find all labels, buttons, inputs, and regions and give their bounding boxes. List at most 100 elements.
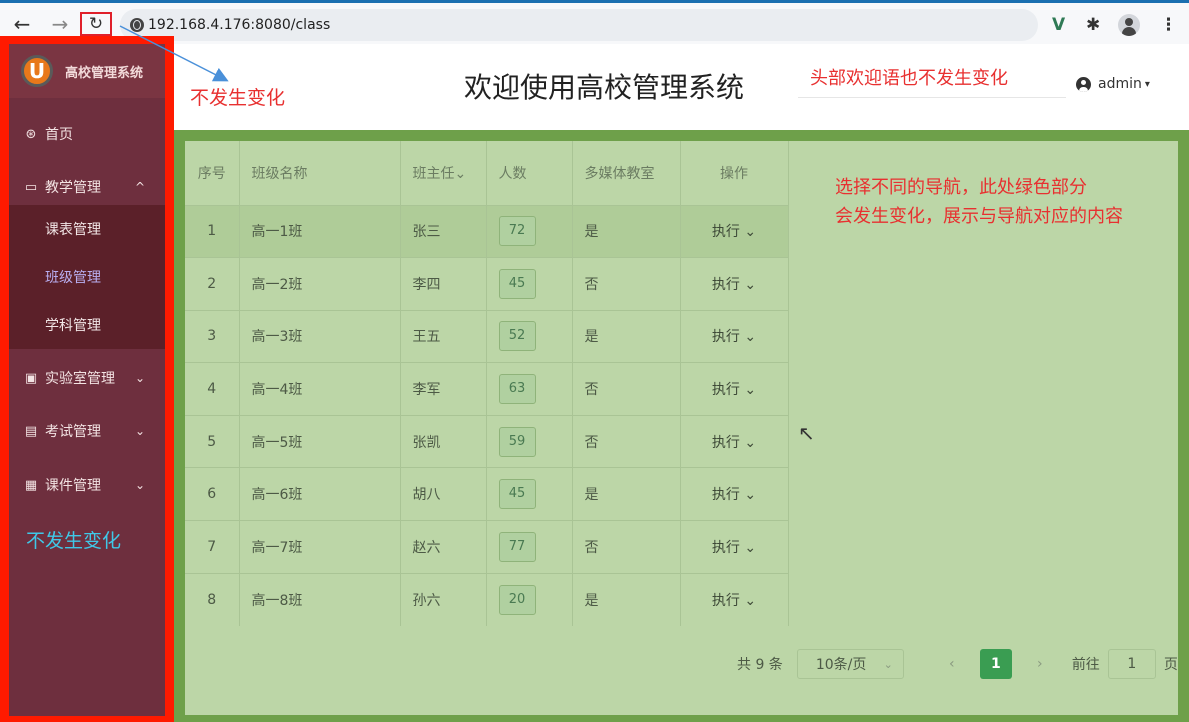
goto-label: 前往 xyxy=(1071,657,1100,673)
back-icon[interactable]: ← xyxy=(9,11,35,37)
action-dropdown[interactable]: 执行 ⌄ xyxy=(712,487,756,503)
action-dropdown[interactable]: 执行 ⌄ xyxy=(712,329,756,345)
mouse-cursor-icon: ↖ xyxy=(798,421,815,445)
count-tag: 72 xyxy=(498,216,536,247)
cell-class-name: 高一4班 xyxy=(239,362,401,416)
cell-no: 1 xyxy=(185,204,240,258)
sidebar-subitem-label: 班级管理 xyxy=(45,270,101,286)
sidebar-item-exam[interactable]: ▤ 考试管理 ⌄ xyxy=(9,405,165,457)
cell-media: 是 xyxy=(572,467,681,521)
logo-area: U 高校管理系统 xyxy=(9,44,165,98)
cell-count: 59 xyxy=(486,414,573,468)
pagination-total: 共 9 条 xyxy=(737,657,783,673)
sidebar-item-label: 实验室管理 xyxy=(45,371,115,387)
document-icon: ▦ xyxy=(24,477,38,493)
page-size-select[interactable]: 10条/页 ⌄ xyxy=(796,649,904,679)
monitor-icon: ▭ xyxy=(24,179,38,195)
cell-count: 20 xyxy=(486,572,573,626)
user-icon xyxy=(1076,76,1091,92)
cell-media: 是 xyxy=(572,572,681,626)
action-dropdown[interactable]: 执行 ⌄ xyxy=(712,224,756,240)
cell-media: 否 xyxy=(572,520,681,574)
action-dropdown[interactable]: 执行 ⌄ xyxy=(712,540,756,556)
sidebar-item-lab[interactable]: ▣ 实验室管理 ⌄ xyxy=(9,352,165,404)
sidebar-subitem-schedule[interactable]: 课表管理 xyxy=(9,205,165,253)
cell-media: 否 xyxy=(572,362,681,416)
table-row: 6 高一6班 胡八 45 是 执行 ⌄ xyxy=(185,467,789,521)
extensions-icon[interactable]: ✱ xyxy=(1086,15,1100,35)
cell-no: 4 xyxy=(185,362,240,416)
cell-count: 45 xyxy=(486,467,573,521)
url-text: 192.168.4.176:8080/class xyxy=(148,17,331,33)
column-header-count: 人数 xyxy=(486,141,573,205)
cell-count: 63 xyxy=(486,362,573,416)
sidebar-subitem-subject[interactable]: 学科管理 xyxy=(9,301,165,349)
cell-teacher: 张凯 xyxy=(400,414,487,468)
sidebar-item-label: 首页 xyxy=(45,127,73,143)
username: admin xyxy=(1098,76,1142,92)
sidebar-subitem-class[interactable]: 班级管理 xyxy=(9,253,165,301)
action-dropdown[interactable]: 执行 ⌄ xyxy=(712,277,756,293)
user-menu[interactable]: admin ▾ xyxy=(1076,76,1150,92)
cell-teacher: 王五 xyxy=(400,309,487,363)
exam-icon: ▤ xyxy=(24,423,38,439)
chevron-up-icon: ^ xyxy=(134,180,145,194)
cell-action: 执行 ⌄ xyxy=(680,520,789,574)
browser-menu-icon[interactable]: ⋮ xyxy=(1160,15,1177,35)
table-row: 3 高一3班 王五 52 是 执行 ⌄ xyxy=(185,309,789,363)
cell-count: 72 xyxy=(486,204,573,258)
reload-icon[interactable]: ↻ xyxy=(80,12,112,36)
cell-no: 2 xyxy=(185,257,240,311)
cell-action: 执行 ⌄ xyxy=(680,309,789,363)
action-dropdown[interactable]: 执行 ⌄ xyxy=(712,382,756,398)
sidebar-item-label: 考试管理 xyxy=(45,424,101,440)
cell-teacher: 李军 xyxy=(400,362,487,416)
cell-teacher: 孙六 xyxy=(400,572,487,626)
column-header-action: 操作 xyxy=(680,141,789,205)
prev-page-button[interactable]: ‹ xyxy=(938,656,966,672)
cell-teacher: 李四 xyxy=(400,257,487,311)
action-dropdown[interactable]: 执行 ⌄ xyxy=(712,435,756,451)
forward-icon[interactable]: → xyxy=(47,11,73,37)
chevron-down-icon: ⌄ xyxy=(883,657,893,671)
count-tag: 59 xyxy=(498,426,536,457)
sidebar: U 高校管理系统 ⊛ 首页 ▭ 教学管理 ^ 课表管理 班级管理 学科管理 ▣ … xyxy=(9,44,165,716)
next-page-button[interactable]: › xyxy=(1026,656,1054,672)
cell-no: 8 xyxy=(185,572,240,626)
goto-suffix: 页 xyxy=(1163,657,1178,673)
column-header-teacher[interactable]: 班主任⌄ xyxy=(400,141,487,205)
table-row: 4 高一4班 李军 63 否 执行 ⌄ xyxy=(185,362,789,416)
cell-no: 7 xyxy=(185,520,240,574)
header-annotation: 头部欢迎语也不发生变化 xyxy=(810,68,1008,89)
page-title: 欢迎使用高校管理系统 xyxy=(464,71,745,104)
goto-page-input[interactable]: 1 xyxy=(1107,649,1156,679)
cell-class-name: 高一6班 xyxy=(239,467,401,521)
logo-text: 高校管理系统 xyxy=(65,65,144,81)
globe-icon xyxy=(130,18,144,32)
cell-class-name: 高一7班 xyxy=(239,520,401,574)
cell-no: 5 xyxy=(185,414,240,468)
address-bar[interactable]: 192.168.4.176:8080/class xyxy=(120,9,1038,41)
sidebar-item-label: 课件管理 xyxy=(45,478,101,494)
cell-media: 是 xyxy=(572,204,681,258)
cell-no: 6 xyxy=(185,467,240,521)
dashboard-icon: ⊛ xyxy=(25,126,37,142)
caret-down-icon: ▾ xyxy=(1144,78,1150,90)
vue-devtools-icon[interactable]: V xyxy=(1052,15,1065,35)
content-annotation-line: 会发生变化，展示与导航对应的内容 xyxy=(835,206,1123,227)
sidebar-item-home[interactable]: ⊛ 首页 xyxy=(9,108,165,160)
sidebar-subitem-label: 课表管理 xyxy=(45,222,101,238)
count-tag: 45 xyxy=(498,479,536,510)
content-frame: 序号 班级名称 班主任⌄ 人数 多媒体教室 操作 1 高一1班 张三 72 是执行 ⌄ 2… xyxy=(174,130,1189,722)
profile-icon[interactable] xyxy=(1118,14,1140,36)
class-table: 序号 班级名称 班主任⌄ 人数 多媒体教室 操作 1 高一1班 张三 72 是执行 ⌄ 2… xyxy=(185,141,789,626)
sidebar-item-courseware[interactable]: ▦ 课件管理 ⌄ xyxy=(9,459,165,511)
cell-no: 3 xyxy=(185,309,240,363)
cell-teacher: 胡八 xyxy=(400,467,487,521)
cell-action: 执行 ⌄ xyxy=(680,414,789,468)
page-number-button[interactable]: 1 xyxy=(979,649,1012,679)
action-dropdown[interactable]: 执行 ⌄ xyxy=(712,593,756,609)
cell-class-name: 高一1班 xyxy=(239,204,401,258)
sidebar-subitem-label: 学科管理 xyxy=(45,318,101,334)
sidebar-annotation: 不发生变化 xyxy=(26,530,122,552)
